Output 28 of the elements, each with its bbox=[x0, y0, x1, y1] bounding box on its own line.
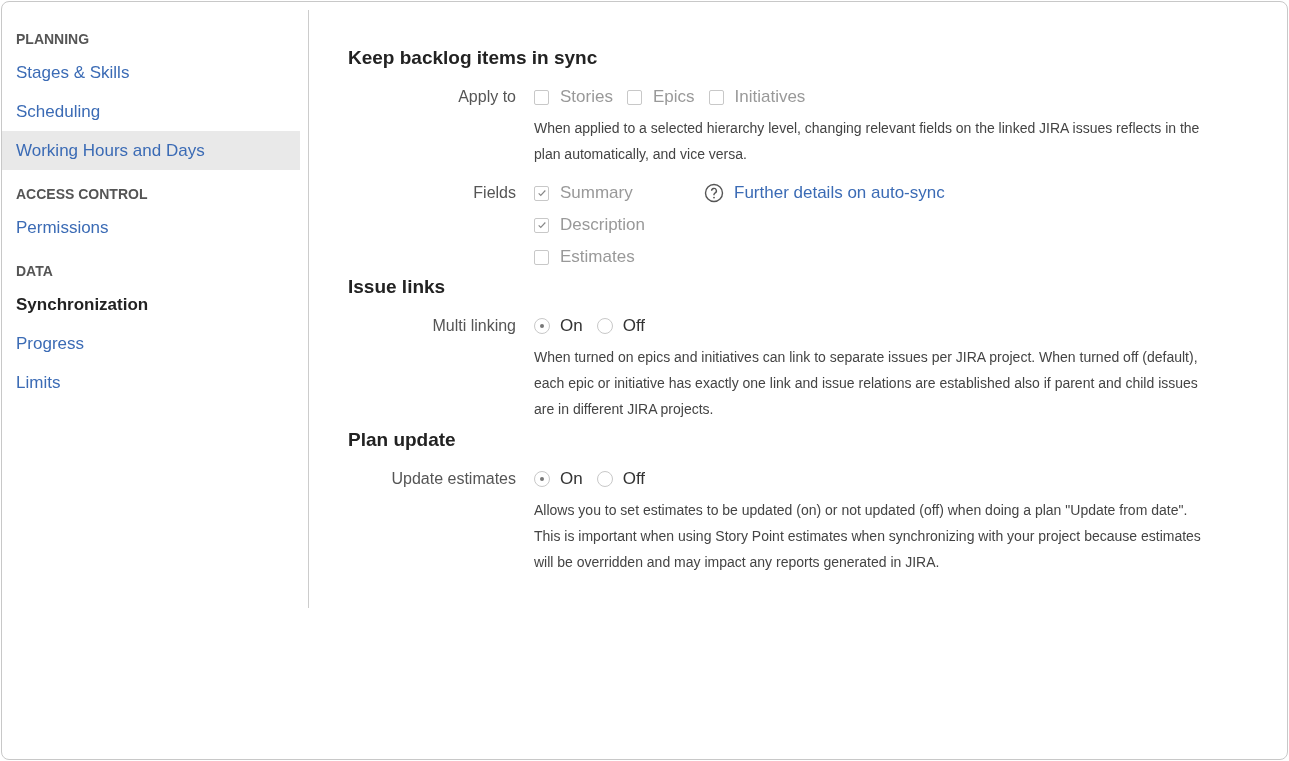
help-link[interactable]: Further details on auto-sync bbox=[734, 183, 945, 203]
description-text: When turned on epics and initiatives can link to separate issues per JIRA project. When turned off (default), each epic or initiative has exactly one link and issue relations are established also if parent and child issues are in different JIRA projects. bbox=[534, 348, 1199, 419]
radio-option[interactable]: Off bbox=[596, 467, 646, 491]
section-heading: Keep backlog items in sync bbox=[348, 46, 599, 70]
field-label: Multi linking bbox=[431, 316, 517, 336]
radio-option[interactable]: On bbox=[534, 314, 583, 338]
field-label: Apply to bbox=[457, 87, 517, 107]
sidebar-item[interactable]: Synchronization bbox=[2, 285, 300, 324]
section-heading: Issue links bbox=[348, 275, 447, 299]
sidebar-item[interactable]: Stages & Skills bbox=[2, 53, 300, 92]
radio-option[interactable]: On bbox=[534, 467, 583, 491]
sidebar-item[interactable]: Working Hours and Days bbox=[2, 131, 300, 170]
sidebar-item[interactable]: Scheduling bbox=[2, 92, 300, 131]
section-heading: Plan update bbox=[348, 428, 457, 452]
checkmark-icon bbox=[536, 220, 547, 230]
checkmark-icon bbox=[536, 188, 547, 198]
sidebar-heading: DATA bbox=[15, 263, 54, 279]
sidebar-heading: ACCESS CONTROL bbox=[15, 186, 149, 202]
sidebar-heading: PLANNING bbox=[15, 31, 91, 47]
field-label: Fields bbox=[472, 183, 517, 203]
description-text: When applied to a selected hierarchy level, changing relevant fields on the linked JIRA issues reflects in the plan automatically, and vice versa. bbox=[534, 119, 1201, 164]
sidebar-item[interactable]: Limits bbox=[2, 363, 300, 402]
help-icon bbox=[704, 183, 724, 203]
sidebar-item[interactable]: Permissions bbox=[2, 208, 300, 247]
field-label: Update estimates bbox=[390, 469, 517, 489]
description-text: Allows you to set estimates to be updated (on) or not updated (off) when doing a plan "Update from date". This is important when using Story Point estimates when synchronizing with your project because estimates will be overridden and may impact any reports generated in JIRA. bbox=[534, 501, 1202, 572]
sidebar-item[interactable]: Progress bbox=[2, 324, 300, 363]
radio-option[interactable]: Off bbox=[596, 314, 646, 338]
